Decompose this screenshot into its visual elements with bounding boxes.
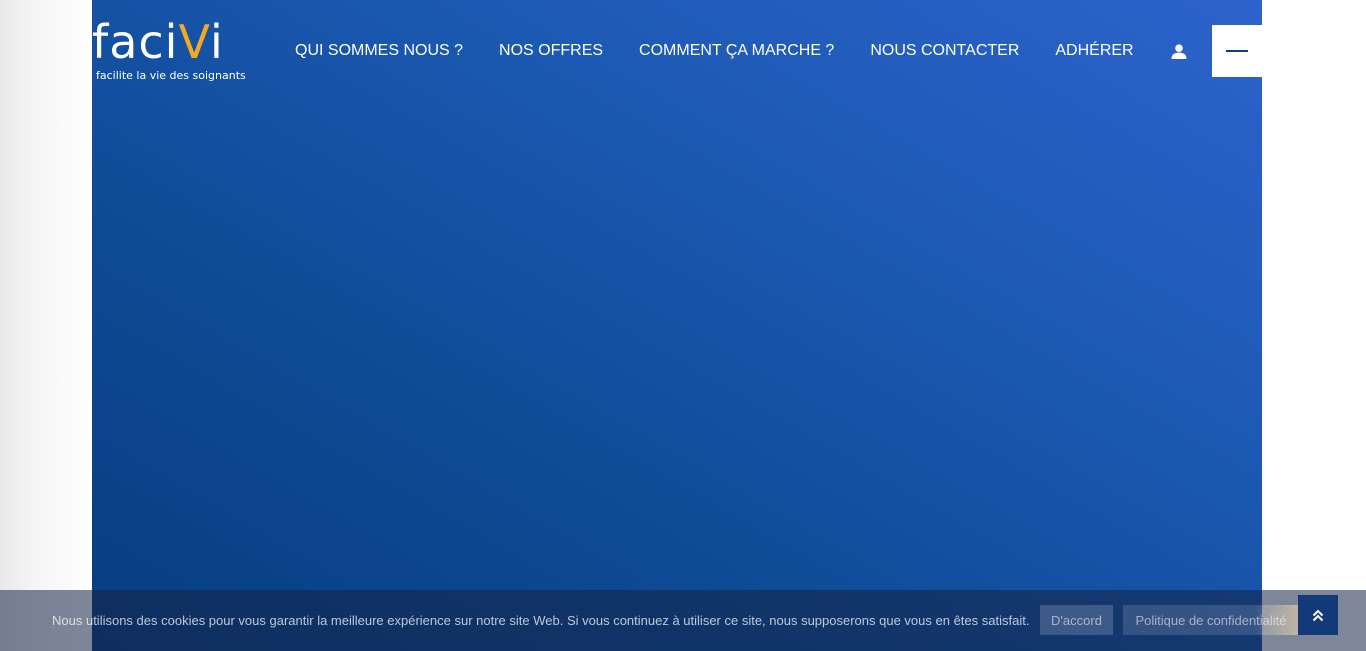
- double-chevron-up-icon: [1312, 609, 1324, 621]
- scroll-to-top-button[interactable]: [1298, 595, 1338, 635]
- page-background-left: [0, 0, 92, 651]
- nav-item-qui-sommes-nous[interactable]: QUI SOMMES NOUS ?: [277, 42, 481, 60]
- cookie-banner: Nous utilisons des cookies pour vous gar…: [0, 590, 1366, 651]
- nav-item-nous-contacter[interactable]: NOUS CONTACTER: [852, 42, 1037, 60]
- main-navigation: QUI SOMMES NOUS ? NOS OFFRES COMMENT ÇA …: [277, 0, 1152, 102]
- site-logo[interactable]: faciVi facilite la vie des soignants: [92, 15, 246, 90]
- nav-item-nos-offres[interactable]: NOS OFFRES: [481, 42, 621, 60]
- logo-tagline: facilite la vie des soignants: [96, 69, 246, 82]
- logo-wordmark: faciVi: [92, 15, 224, 69]
- cookie-message: Nous utilisons des cookies pour vous gar…: [52, 613, 1030, 628]
- menu-toggle-button[interactable]: [1212, 25, 1262, 77]
- user-icon: [1171, 43, 1187, 59]
- nav-item-comment-ca-marche[interactable]: COMMENT ÇA MARCHE ?: [621, 42, 852, 60]
- hamburger-menu-icon: [1226, 50, 1248, 52]
- cookie-accept-button[interactable]: D'accord: [1040, 605, 1113, 635]
- user-account-button[interactable]: [1166, 41, 1192, 61]
- nav-item-adherer[interactable]: ADHÉRER: [1037, 42, 1151, 60]
- cookie-privacy-policy-button[interactable]: Politique de confidentialité: [1123, 605, 1299, 635]
